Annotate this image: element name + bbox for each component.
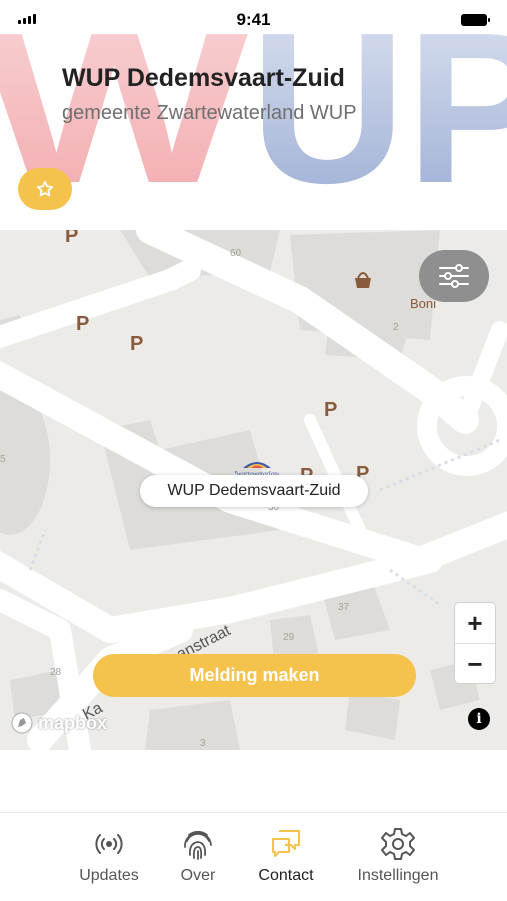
status-time: 9:41 [236, 10, 271, 29]
zoom-out-button[interactable]: − [455, 644, 495, 684]
status-bar: 9:41 [0, 0, 507, 40]
favorite-button[interactable] [18, 168, 72, 210]
mapbox-attribution[interactable]: mapbox [10, 711, 107, 735]
house-number: 29 [283, 632, 295, 643]
battery-icon [461, 14, 490, 26]
zoom-in-button[interactable]: + [455, 603, 495, 644]
house-number: 5 [0, 454, 6, 465]
page-subtitle: gemeente Zwartewaterland WUP [62, 102, 357, 124]
tab-instellingen[interactable]: Instellingen [348, 825, 448, 885]
page-title: WUP Dedemsvaart-Zuid [62, 64, 345, 92]
mapbox-wordmark: mapbox [38, 712, 108, 733]
house-number: 2 [393, 322, 399, 333]
report-button[interactable]: Melding maken [93, 654, 416, 697]
broadcast-icon [95, 834, 123, 854]
tab-instellingen-label: Instellingen [357, 867, 439, 884]
house-number: 60 [230, 248, 242, 259]
tab-updates[interactable]: Updates [59, 825, 159, 885]
sliders-icon [439, 264, 469, 288]
location-label[interactable]: WUP Dedemsvaart-Zuid [140, 475, 368, 507]
parking-label: P [324, 399, 337, 421]
house-number: 37 [338, 602, 350, 613]
star-icon [36, 180, 54, 197]
tab-over[interactable]: Over [148, 825, 248, 885]
tab-contact[interactable]: Contact [236, 825, 336, 885]
info-button[interactable]: i [468, 708, 490, 730]
chat-icon [272, 830, 300, 857]
map-view[interactable]: P P P P P P 60 2 5 30 37 29 28 3 Boni Ka… [0, 230, 507, 750]
mapbox-logo-icon [11, 712, 33, 734]
zoom-control: + − [455, 603, 495, 683]
house-number: 3 [200, 738, 206, 749]
parking-label: P [65, 230, 78, 247]
filter-button[interactable] [419, 250, 489, 302]
tab-contact-label: Contact [258, 867, 314, 884]
tab-updates-label: Updates [79, 867, 139, 884]
house-number: 28 [50, 667, 62, 678]
parking-label: P [76, 313, 89, 335]
parking-label: P [130, 333, 143, 355]
gear-icon [381, 828, 415, 860]
fingerprint-icon [184, 830, 212, 860]
tab-over-label: Over [180, 867, 216, 884]
tab-bar: Updates Over Contact Instellingen [0, 812, 507, 901]
